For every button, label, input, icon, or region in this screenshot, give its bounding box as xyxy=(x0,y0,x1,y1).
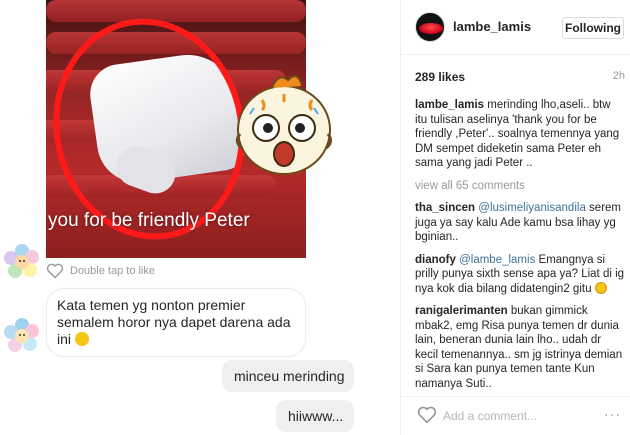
comment-username[interactable]: ranigalerimanten xyxy=(415,305,508,317)
flower-avatar-icon[interactable] xyxy=(4,318,40,354)
more-icon[interactable]: ··· xyxy=(604,406,621,422)
lips-avatar-icon[interactable] xyxy=(415,12,445,42)
heart-icon[interactable] xyxy=(417,406,437,424)
like-hint-row: Double tap to like xyxy=(46,262,155,280)
comment-item: tha_sincen @lusimeliyanisandila serem ju… xyxy=(415,201,625,245)
incoming-message-text: Kata temen yg nonton premier semalem hor… xyxy=(57,297,291,347)
emoji-icon xyxy=(594,281,607,294)
chat-panel: you for be friendly Peter Double tap to … xyxy=(0,0,400,435)
post-panel: lambe_lamis Following 289 likes 2h lambe… xyxy=(400,0,630,435)
outgoing-message[interactable]: minceu merinding xyxy=(222,360,354,392)
post-header: lambe_lamis Following xyxy=(401,0,630,55)
likes-row: 289 likes 2h xyxy=(415,70,625,84)
emoji-icon xyxy=(74,332,89,346)
add-comment-input[interactable]: Add a comment... xyxy=(443,409,537,423)
comment-username[interactable]: tha_sincen xyxy=(415,202,475,214)
sticker-icon xyxy=(235,75,333,175)
comment-item: dianofy @lambe_lamis Emangnya si prilly … xyxy=(415,253,625,297)
following-button[interactable]: Following xyxy=(562,17,624,39)
post-username[interactable]: lambe_lamis xyxy=(453,19,531,34)
caption-comment: lambe_lamis merinding lho,aseli.. btw it… xyxy=(415,98,625,171)
comments-list: lambe_lamis merinding lho,aseli.. btw it… xyxy=(415,98,625,399)
flower-avatar-icon[interactable] xyxy=(4,244,40,280)
incoming-message[interactable]: Kata temen yg nonton premier semalem hor… xyxy=(46,288,306,357)
comment-text: bukan gimmick mbak2, emg Risa punya teme… xyxy=(415,305,623,390)
comment-mention[interactable]: @lambe_lamis xyxy=(459,254,535,266)
comment-username[interactable]: lambe_lamis xyxy=(415,99,484,111)
outgoing-message[interactable]: hiiwww... xyxy=(276,400,354,432)
double-tap-hint: Double tap to like xyxy=(70,265,155,277)
theater-seat-row xyxy=(46,0,306,22)
photo-caption: you for be friendly Peter xyxy=(48,210,250,231)
comment-mention[interactable]: @lusimeliyanisandila xyxy=(478,202,586,214)
post-time[interactable]: 2h xyxy=(613,70,625,82)
heart-icon[interactable] xyxy=(46,263,64,279)
view-all-comments-link[interactable]: view all 65 comments xyxy=(415,179,625,194)
likes-count[interactable]: 289 likes xyxy=(415,70,465,84)
comment-item: ranigalerimanten bukan gimmick mbak2, em… xyxy=(415,304,625,391)
comment-bar: Add a comment... ··· xyxy=(401,396,630,435)
comment-username[interactable]: dianofy xyxy=(415,254,456,266)
